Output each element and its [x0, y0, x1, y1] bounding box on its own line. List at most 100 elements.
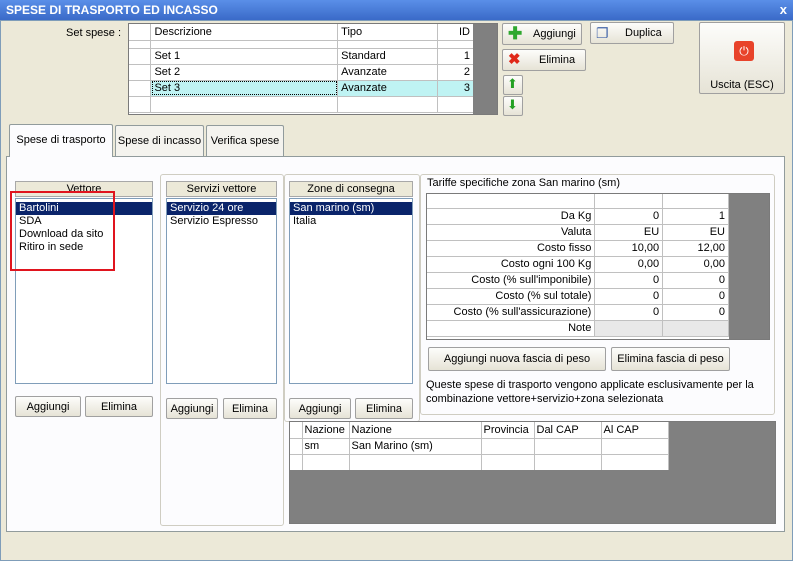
table-row[interactable]: sm San Marino (sm) — [290, 438, 669, 455]
tariffe-row-label: Costo ogni 100 Kg — [427, 256, 596, 273]
cell-desc[interactable]: Set 2 — [150, 64, 339, 81]
tariffe-cell-v2[interactable]: 12,00 — [662, 240, 729, 257]
tariffe-row-label: Note — [427, 320, 596, 337]
list-item[interactable]: Servizio 24 ore — [167, 202, 276, 215]
tab-verifica-spese[interactable]: Verifica spese — [206, 125, 284, 156]
grid-corner — [290, 422, 303, 439]
table-row[interactable]: Costo fisso 10,00 12,00 — [427, 240, 729, 257]
tariffe-cell-v2[interactable]: 0 — [662, 272, 729, 289]
servizi-list[interactable]: Servizio 24 ore Servizio Espresso — [166, 198, 277, 384]
col-al-cap: Al CAP — [601, 422, 669, 439]
delete-weight-band-button[interactable]: Elimina fascia di peso — [611, 347, 730, 371]
col-tipo: Tipo — [337, 24, 439, 41]
tariffe-cell-v1[interactable]: 0 — [594, 208, 664, 225]
tariffe-scroll-area — [729, 194, 769, 339]
list-item[interactable]: Servizio Espresso — [167, 215, 276, 228]
delete-set-button[interactable]: ✖ Elimina — [502, 49, 586, 71]
arrow-down-icon: ⬇ — [507, 97, 518, 112]
vettore-delete-button[interactable]: Elimina — [85, 396, 153, 417]
tariffe-row-label: Costo (% sul totale) — [427, 288, 596, 305]
tariffe-cell-v2[interactable]: EU — [662, 224, 729, 241]
cell-al-cap[interactable] — [601, 438, 669, 455]
set-spese-label: Set spese : — [66, 27, 122, 39]
servizi-add-button[interactable]: Aggiungi — [166, 398, 218, 419]
grid-scroll-area — [473, 24, 497, 114]
zone-header: Zone di consegna — [289, 181, 413, 197]
exit-label: Uscita (ESC) — [710, 79, 774, 91]
tariffe-info-text: Queste spese di trasporto vengono applic… — [426, 379, 754, 405]
tariffe-cell-v1[interactable]: 0,00 — [594, 256, 664, 273]
tariffe-cell-v2[interactable] — [662, 320, 729, 337]
tariffe-row-label: Valuta — [427, 224, 596, 241]
close-icon[interactable]: x — [780, 0, 787, 20]
cell-desc[interactable]: Set 3 — [150, 80, 339, 97]
cell-dal-cap[interactable] — [534, 438, 602, 455]
tariffe-cell-v1[interactable]: 0 — [594, 288, 664, 305]
highlight-box — [10, 191, 115, 271]
table-row[interactable]: Note — [427, 320, 729, 337]
tariffe-cell-v1[interactable]: 10,00 — [594, 240, 664, 257]
tariffe-cell-v2[interactable]: 1 — [662, 208, 729, 225]
tab-spese-trasporto[interactable]: Spese di trasporto — [9, 124, 113, 157]
tariffe-grid[interactable]: Da Kg 0 1 Valuta EU EU Costo fisso 10,00 12,00 Co… — [426, 193, 770, 340]
col-id: ID — [437, 24, 474, 41]
table-row[interactable]: Valuta EU EU — [427, 224, 729, 241]
cell-tipo[interactable]: Avanzate — [337, 64, 439, 81]
cell-nazione-name[interactable]: San Marino (sm) — [349, 438, 482, 455]
table-row[interactable]: Costo ogni 100 Kg 0,00 0,00 — [427, 256, 729, 273]
window-title: SPESE DI TRASPORTO ED INCASSO — [0, 0, 793, 20]
tariffe-cell-v2[interactable]: 0 — [662, 288, 729, 305]
vettore-add-button[interactable]: Aggiungi — [15, 396, 81, 417]
tariffe-cell-v1[interactable]: 0 — [594, 272, 664, 289]
delete-x-icon: ✖ — [508, 51, 521, 68]
zone-add-button[interactable]: Aggiungi — [289, 398, 351, 419]
tariffe-cell-v2[interactable]: 0 — [662, 304, 729, 321]
table-row[interactable]: Da Kg 0 1 — [427, 208, 729, 225]
table-row[interactable]: Costo (% sull'assicurazione) 0 0 — [427, 304, 729, 321]
nazioni-grid[interactable]: Nazione Nazione Provincia Dal CAP Al CAP… — [289, 421, 776, 524]
duplicate-set-button[interactable]: ❐ Duplica — [590, 22, 674, 44]
tariffe-cell-v1[interactable] — [594, 320, 664, 337]
tariffe-row-label: Costo fisso — [427, 240, 596, 257]
servizi-delete-button[interactable]: Elimina — [223, 398, 277, 419]
cell-tipo[interactable]: Avanzate — [337, 80, 439, 97]
cell-nazione-code[interactable]: sm — [302, 438, 350, 455]
move-down-button[interactable]: ⬇ — [503, 96, 523, 116]
set-spese-grid[interactable]: Descrizione Tipo ID Set 1 Standard 1 Set… — [128, 23, 498, 115]
tariffe-cell-v1[interactable]: 0 — [594, 304, 664, 321]
arrow-up-icon: ⬆ — [507, 76, 518, 91]
grid-corner — [129, 24, 152, 41]
cell-id[interactable]: 3 — [437, 80, 474, 97]
col-descrizione: Descrizione — [150, 24, 339, 41]
col-provincia: Provincia — [481, 422, 535, 439]
col-nazione-code: Nazione — [302, 422, 350, 439]
cell-provincia[interactable] — [481, 438, 535, 455]
add-weight-band-button[interactable]: Aggiungi nuova fascia di peso — [428, 347, 606, 371]
table-row[interactable]: Costo (% sull'imponibile) 0 0 — [427, 272, 729, 289]
cell-id[interactable]: 2 — [437, 64, 474, 81]
zone-delete-button[interactable]: Elimina — [355, 398, 413, 419]
cell-tipo[interactable]: Standard — [337, 48, 439, 65]
table-row[interactable]: Costo (% sul totale) 0 0 — [427, 288, 729, 305]
zone-list[interactable]: San marino (sm) Italia — [289, 198, 413, 384]
list-item[interactable]: Italia — [290, 215, 412, 228]
table-row[interactable]: Set 1 Standard 1 — [129, 48, 474, 65]
move-up-button[interactable]: ⬆ — [503, 75, 523, 95]
cell-desc[interactable]: Set 1 — [150, 48, 339, 65]
tariffe-row-label: Costo (% sull'imponibile) — [427, 272, 596, 289]
plus-icon: ✚ — [508, 24, 523, 43]
col-nazione-name: Nazione — [349, 422, 482, 439]
exit-button[interactable]: ⏻ Uscita (ESC) — [699, 22, 785, 94]
tariffe-cell-v1[interactable]: EU — [594, 224, 664, 241]
cell-id[interactable]: 1 — [437, 48, 474, 65]
list-item[interactable]: San marino (sm) — [290, 202, 412, 215]
servizi-header: Servizi vettore — [166, 181, 277, 197]
tariffe-cell-v2[interactable]: 0,00 — [662, 256, 729, 273]
duplicate-set-label: Duplica — [625, 27, 662, 39]
tab-spese-incasso[interactable]: Spese di incasso — [115, 125, 204, 156]
add-set-label: Aggiungi — [533, 28, 576, 40]
copy-icon: ❐ — [596, 25, 609, 41]
add-set-button[interactable]: ✚ Aggiungi — [502, 23, 582, 45]
table-row[interactable]: Set 2 Avanzate 2 — [129, 64, 474, 81]
table-row-selected[interactable]: Set 3 Avanzate 3 — [129, 80, 474, 97]
